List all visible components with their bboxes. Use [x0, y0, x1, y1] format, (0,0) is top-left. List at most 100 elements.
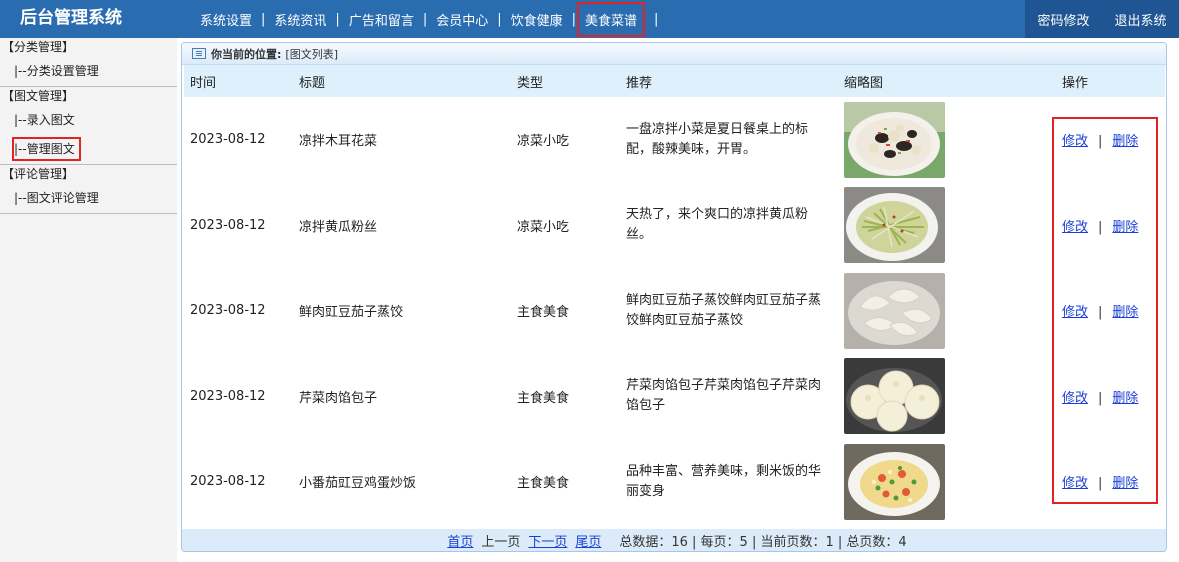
- nav-separator: |: [497, 11, 502, 27]
- cell-actions: 修改 | 删除: [1056, 354, 1165, 440]
- edit-link[interactable]: 修改: [1062, 476, 1088, 491]
- sidebar-group: 【分类管理】 |--分类设置管理: [0, 38, 177, 87]
- article-table: 时间 标题 类型 推荐 缩略图 操作 2023-08-12 凉拌木耳花菜凉菜小吃 一…: [184, 65, 1165, 525]
- first-page-link[interactable]: 首页: [447, 531, 473, 550]
- edit-link[interactable]: 修改: [1062, 391, 1088, 406]
- table-row: 2023-08-12 鲜肉豇豆茄子蒸饺 主食美食 鲜肉豇豆茄子蒸饺鲜肉豇豆茄子蒸饺鲜肉…: [184, 268, 1165, 354]
- col-type: 类型: [517, 75, 544, 91]
- nav-separator: |: [261, 11, 266, 27]
- sidebar-item-label: |--管理图文: [12, 137, 81, 161]
- cell-type: 主食美食: [517, 390, 570, 406]
- action-separator: |: [1098, 305, 1103, 321]
- dish-thumbnail-image: [844, 443, 945, 520]
- nav-link[interactable]: 系统设置: [200, 10, 252, 29]
- cell-title: 鲜肉豇豆茄子蒸饺: [299, 305, 404, 321]
- action-separator: |: [1098, 219, 1103, 235]
- breadcrumb: 你当前的位置: [图文列表]: [182, 43, 1166, 65]
- nav-link[interactable]: 美食菜谱: [577, 1, 646, 37]
- sidebar-item[interactable]: |--管理图文: [0, 135, 177, 164]
- table-row: 2023-08-12 凉拌黄瓜粉丝 凉菜小吃 天热了，来个爽口的凉拌黄瓜粉丝。 修改 |…: [184, 183, 1165, 269]
- action-separator: |: [1098, 390, 1103, 406]
- nav-separator: |: [335, 11, 340, 27]
- col-actions: 操作: [1062, 75, 1089, 91]
- table-row: 2023-08-12 芹菜肉馅包子 主食美食 芹菜肉馅包子芹菜肉馅包子芹菜肉馅包子 修…: [184, 354, 1165, 440]
- change-password-link[interactable]: 密码修改: [1037, 10, 1089, 29]
- sidebar-group: 【评论管理】 |--图文评论管理: [0, 165, 177, 214]
- delete-link[interactable]: 删除: [1112, 305, 1138, 320]
- sidebar-item[interactable]: |--图文评论管理: [0, 184, 177, 213]
- cell-actions: 修改 | 删除: [1056, 439, 1165, 525]
- cell-title: 芹菜肉馅包子: [299, 390, 378, 406]
- cell-thumbnail: [838, 439, 1056, 525]
- cell-thumbnail: [838, 97, 1056, 183]
- top-header: 后台管理系统 系统设置 | 系统资讯 | 广告和留言 | 会员中心 | 饮食健康 | 美食菜谱 | 密…: [0, 0, 1179, 38]
- sidebar-item-label: |--分类设置管理: [14, 64, 99, 78]
- nav-link[interactable]: 饮食健康: [511, 10, 563, 29]
- cell-thumbnail: [838, 268, 1056, 354]
- cell-actions: 修改 | 删除: [1056, 97, 1165, 183]
- cell-recommend: 天热了，来个爽口的凉拌黄瓜粉丝。: [626, 207, 809, 243]
- top-nav: 系统设置 | 系统资讯 | 广告和留言 | 会员中心 | 饮食健康 | 美食菜谱 |: [200, 0, 667, 38]
- col-recommend: 推荐: [626, 75, 653, 91]
- col-time: 时间: [190, 75, 217, 91]
- pagination: 首页 上一页 下一页 尾页 总数据：16 | 每页：5 | 当前页数：1 | 总…: [182, 529, 1166, 551]
- cell-time: 2023-08-12: [190, 474, 266, 490]
- dish-thumbnail-image: [844, 358, 945, 435]
- sidebar-group: 【图文管理】 |--录入图文 |--管理图文: [0, 87, 177, 165]
- list-icon: [192, 48, 206, 59]
- nav-item-0: 系统设置 |: [200, 10, 274, 29]
- action-separator: |: [1098, 134, 1103, 150]
- nav-item-4: 饮食健康 |: [511, 10, 585, 29]
- sidebar-group-title: 【分类管理】: [2, 40, 75, 54]
- col-thumbnail: 缩略图: [844, 75, 884, 91]
- delete-link[interactable]: 删除: [1112, 220, 1138, 235]
- col-title: 标题: [299, 75, 326, 91]
- cell-time: 2023-08-12: [190, 388, 266, 404]
- breadcrumb-label: 你当前的位置:: [211, 47, 282, 61]
- dish-thumbnail-image: [844, 272, 945, 349]
- cell-time: 2023-08-12: [190, 217, 266, 233]
- brand-title: 后台管理系统: [20, 8, 122, 28]
- sidebar-group-title: 【图文管理】: [2, 89, 75, 103]
- nav-item-2: 广告和留言 |: [349, 10, 436, 29]
- cell-title: 凉拌木耳花菜: [299, 134, 378, 150]
- top-right-links: 密码修改 退出系统: [1025, 0, 1179, 38]
- cell-thumbnail: [838, 354, 1056, 440]
- cell-time: 2023-08-12: [190, 132, 266, 148]
- delete-link[interactable]: 删除: [1112, 476, 1138, 491]
- nav-link[interactable]: 系统资讯: [274, 10, 326, 29]
- cell-time: 2023-08-12: [190, 303, 266, 319]
- action-separator: |: [1098, 476, 1103, 492]
- cell-recommend: 一盘凉拌小菜是夏日餐桌上的标配，酸辣美味，开胃。: [626, 121, 809, 157]
- delete-link[interactable]: 删除: [1112, 391, 1138, 406]
- cell-type: 主食美食: [517, 305, 570, 321]
- sidebar-item-label: |--录入图文: [14, 113, 75, 127]
- prev-page-text: 上一页: [481, 534, 521, 550]
- nav-separator: |: [654, 11, 659, 27]
- edit-link[interactable]: 修改: [1062, 305, 1088, 320]
- cell-type: 凉菜小吃: [517, 219, 570, 235]
- logout-link[interactable]: 退出系统: [1114, 10, 1166, 29]
- table-header-row: 时间 标题 类型 推荐 缩略图 操作: [184, 65, 1165, 97]
- sidebar-item[interactable]: |--分类设置管理: [0, 57, 177, 86]
- cell-recommend: 品种丰富、营养美味，剩米饭的华丽变身: [626, 463, 822, 499]
- pagination-stats: 总数据：16 | 每页：5 | 当前页数：1 | 总页数：4: [619, 534, 907, 550]
- nav-item-1: 系统资讯 |: [274, 10, 348, 29]
- next-page-link[interactable]: 下一页: [528, 531, 567, 550]
- table-row: 2023-08-12 凉拌木耳花菜 凉菜小吃 一盘凉拌小菜是夏日餐桌上的标配，酸辣美味…: [184, 97, 1165, 183]
- sidebar-group-title: 【评论管理】: [2, 167, 75, 181]
- sidebar-item[interactable]: |--录入图文: [0, 106, 177, 135]
- dish-thumbnail-image: [844, 101, 945, 178]
- nav-link[interactable]: 广告和留言: [349, 10, 414, 29]
- cell-title: 凉拌黄瓜粉丝: [299, 219, 378, 235]
- delete-link[interactable]: 删除: [1112, 134, 1138, 149]
- nav-item-3: 会员中心 |: [436, 10, 510, 29]
- last-page-link[interactable]: 尾页: [575, 531, 601, 550]
- nav-link[interactable]: 会员中心: [436, 10, 488, 29]
- edit-link[interactable]: 修改: [1062, 220, 1088, 235]
- sidebar: 【分类管理】 |--分类设置管理【图文管理】 |--录入图文 |--管理图文【评论管理…: [0, 38, 177, 562]
- dish-thumbnail-image: [844, 187, 945, 264]
- cell-type: 主食美食: [517, 476, 570, 492]
- cell-actions: 修改 | 删除: [1056, 268, 1165, 354]
- edit-link[interactable]: 修改: [1062, 134, 1088, 149]
